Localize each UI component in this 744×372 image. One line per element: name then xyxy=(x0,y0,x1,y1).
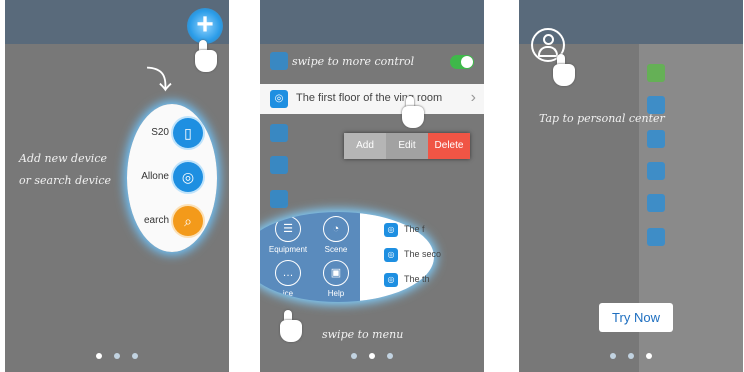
room-label: The f xyxy=(404,224,425,234)
hint-line-2: or search device xyxy=(19,174,112,187)
menu-label: Equipment xyxy=(268,245,308,254)
menu-item-search[interactable]: earch ⌕ xyxy=(127,204,217,240)
device-icon xyxy=(270,52,288,70)
page-dot[interactable] xyxy=(369,353,375,359)
add-button[interactable]: Add xyxy=(344,133,386,159)
room-row[interactable]: ◎ The f xyxy=(382,220,462,242)
menu-label: ice xyxy=(282,289,294,298)
device-icon xyxy=(270,156,288,174)
device-icon: ◎ xyxy=(384,273,398,287)
row-actions: Add Edit Delete xyxy=(344,133,470,159)
page-indicator xyxy=(519,346,743,364)
delete-button[interactable]: Delete xyxy=(428,133,470,159)
page-indicator xyxy=(5,346,229,364)
swipe-hand-icon xyxy=(398,96,426,130)
device-icon xyxy=(647,64,665,82)
device-icon: ◎ xyxy=(384,248,398,262)
curved-arrow-icon: ⤵ xyxy=(146,65,173,95)
screen-device-list: swipe to more control ◎ The first floor … xyxy=(260,0,484,372)
device-icon xyxy=(647,194,665,212)
screen-personal-center: Tap to personal center Try Now xyxy=(519,0,743,372)
hint-line-1: Add new device xyxy=(19,152,107,165)
menu-scene[interactable]: ◔ Scene xyxy=(314,216,358,254)
room-row[interactable]: ◎ The seco xyxy=(382,245,462,267)
hint-swipe-menu: swipe to menu xyxy=(322,328,404,341)
screen-add-device: + ⤵ Add new device or search device S20 … xyxy=(5,0,229,372)
menu-help[interactable]: ▣ Help xyxy=(314,260,358,298)
page-dot[interactable] xyxy=(387,353,393,359)
device-icon xyxy=(270,190,288,208)
device-icon: ◎ xyxy=(384,223,398,237)
room-label: The seco xyxy=(404,249,442,259)
chevron-right-icon: › xyxy=(470,89,476,106)
page-indicator xyxy=(260,346,484,364)
try-now-button[interactable]: Try Now xyxy=(599,303,673,332)
device-icon xyxy=(647,228,665,246)
edit-button[interactable]: Edit xyxy=(386,133,428,159)
page-dot[interactable] xyxy=(132,353,138,359)
device-toggle[interactable] xyxy=(450,55,474,69)
menu-more[interactable]: … ice xyxy=(266,260,310,298)
equipment-icon: ☰ xyxy=(275,216,301,242)
scene-icon: ◔ xyxy=(323,216,349,242)
menu-item-label: earch xyxy=(143,215,169,226)
menu-item-s20[interactable]: S20 ▯ xyxy=(127,116,217,152)
add-menu-popup: S20 ▯ Allone ◎ earch ⌕ xyxy=(127,104,217,252)
menu-item-label: S20 xyxy=(151,127,169,138)
more-icon: … xyxy=(275,260,301,286)
page-dot[interactable] xyxy=(610,353,616,359)
nav-bar xyxy=(260,0,484,44)
device-icon xyxy=(647,162,665,180)
search-icon: ⌕ xyxy=(173,206,203,236)
page-dot[interactable] xyxy=(628,353,634,359)
menu-label: Scene xyxy=(324,245,348,254)
device-icon xyxy=(647,130,665,148)
tap-hand-icon xyxy=(549,54,577,88)
menu-label: Help xyxy=(327,289,345,298)
room-label: The th xyxy=(404,274,430,284)
menu-equipment[interactable]: ☰ Equipment xyxy=(266,216,310,254)
device-row-highlighted[interactable]: ◎ The first floor of the ving room › xyxy=(260,84,484,114)
room-row[interactable]: ◎ The th xyxy=(382,270,462,292)
page-dot[interactable] xyxy=(351,353,357,359)
swipe-hand-icon xyxy=(276,310,304,344)
page-dot[interactable] xyxy=(114,353,120,359)
tap-hand-icon xyxy=(191,40,219,74)
socket-icon: ▯ xyxy=(173,118,203,148)
hint-swipe-control: swipe to more control xyxy=(292,55,415,68)
page-dot[interactable] xyxy=(646,353,652,359)
menu-item-allone[interactable]: Allone ◎ xyxy=(127,160,217,196)
allone-icon: ◎ xyxy=(173,162,203,192)
page-dot[interactable] xyxy=(96,353,102,359)
menu-item-label: Allone xyxy=(141,171,169,182)
help-icon: ▣ xyxy=(323,260,349,286)
device-icon xyxy=(270,124,288,142)
device-icon: ◎ xyxy=(270,90,288,108)
hint-personal-center: Tap to personal center xyxy=(539,112,665,125)
add-device-button[interactable]: + xyxy=(187,8,223,44)
